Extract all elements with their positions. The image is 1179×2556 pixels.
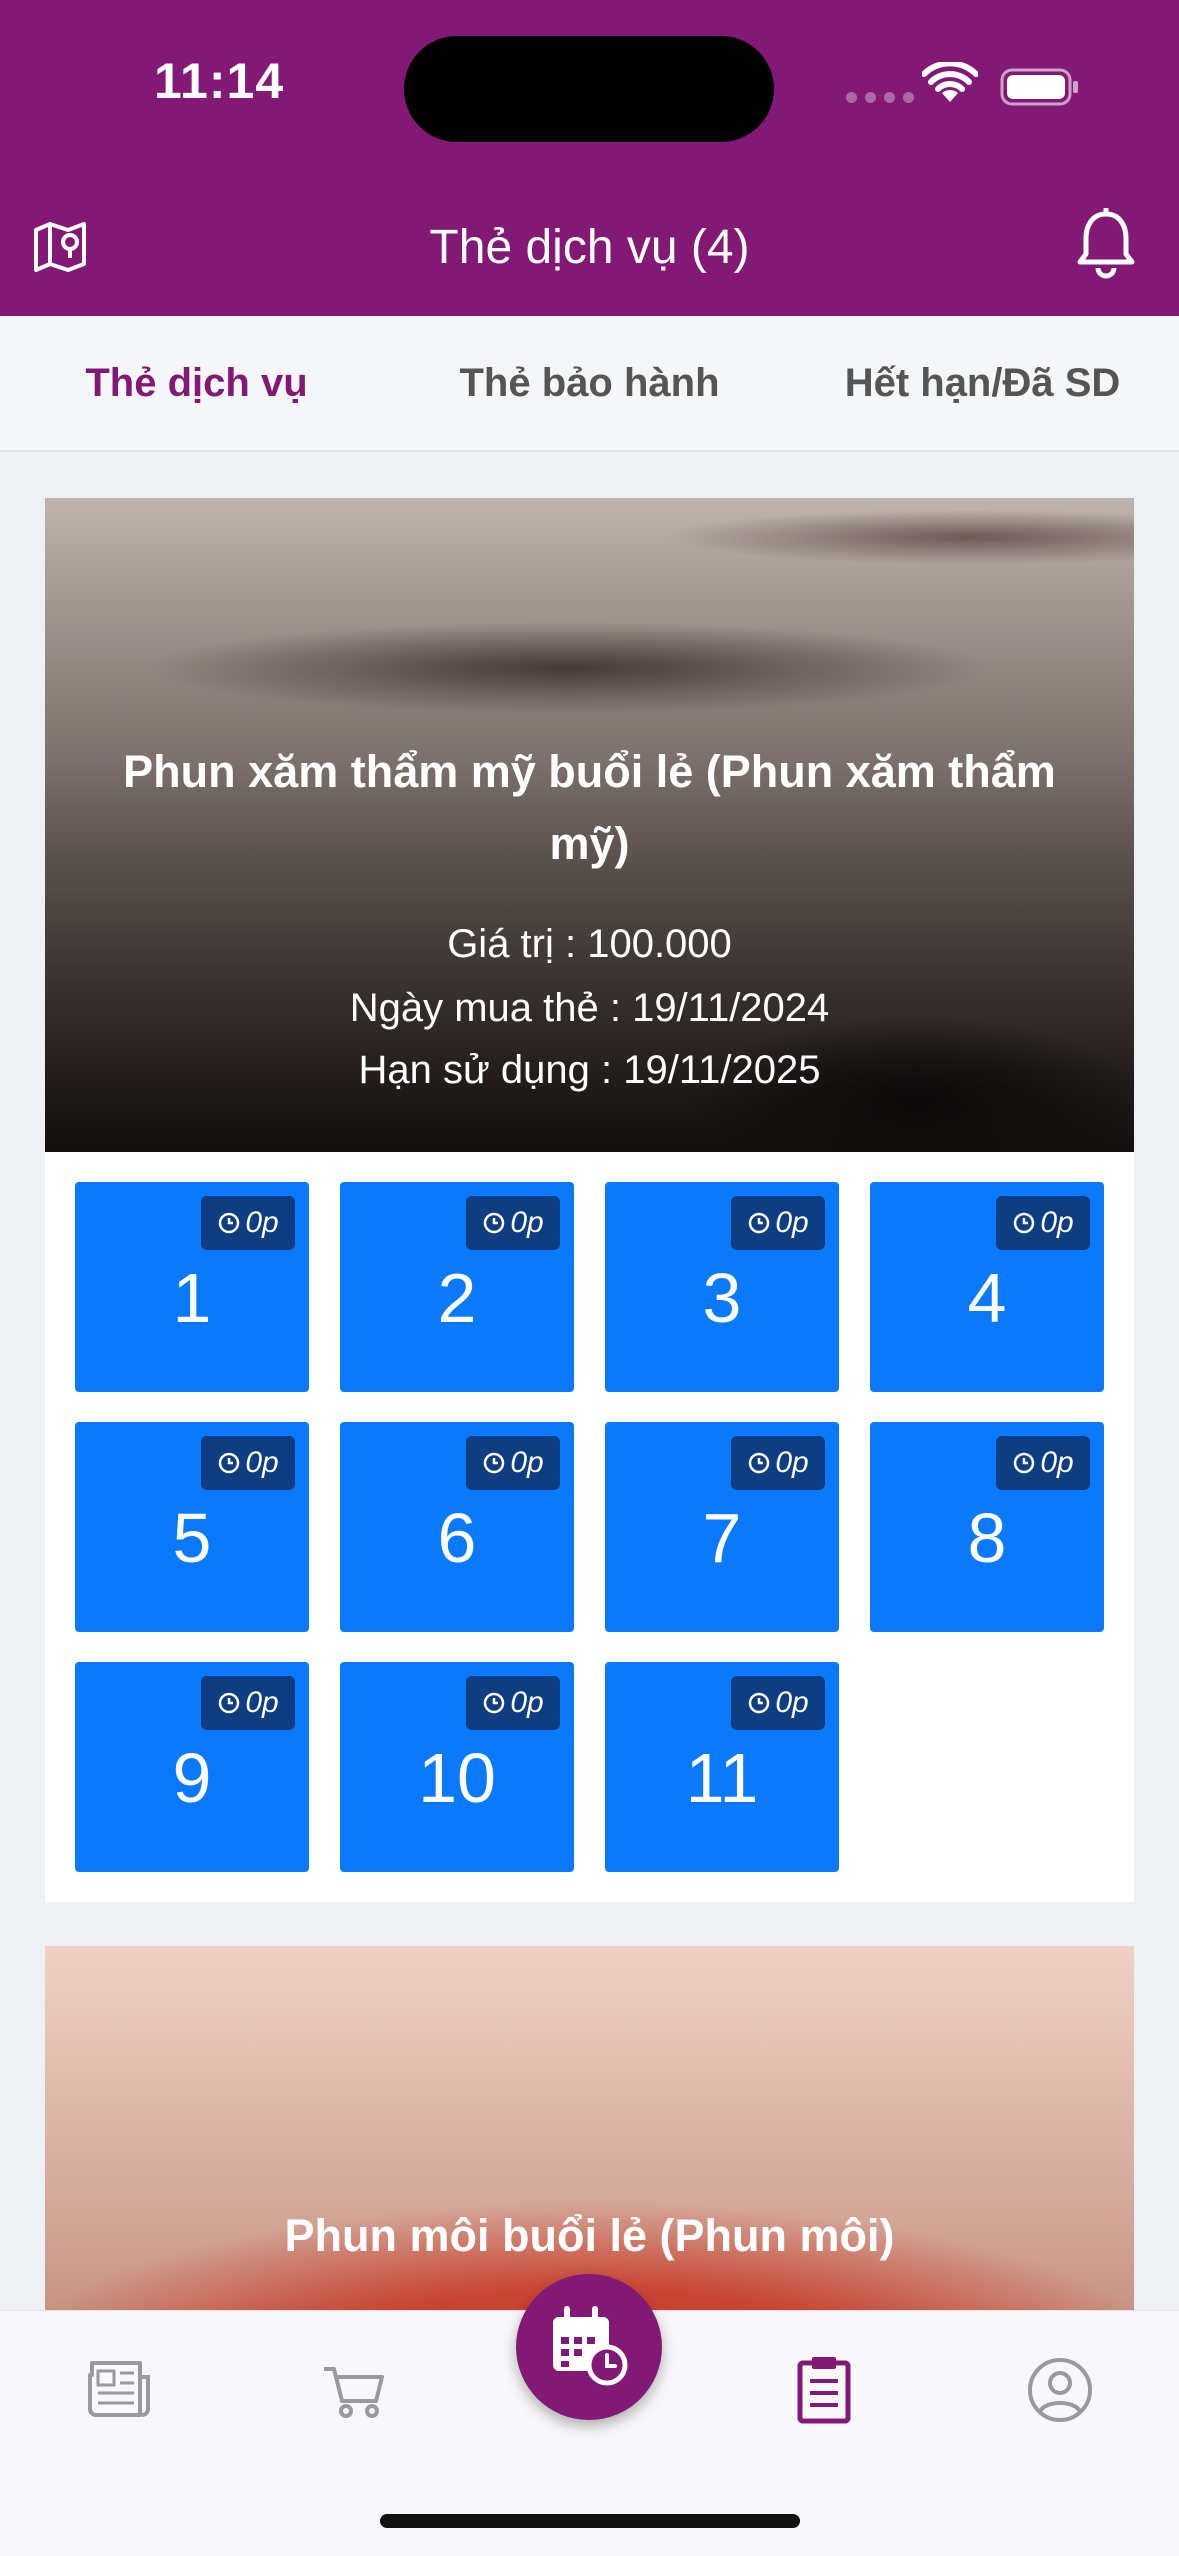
session-tile[interactable]: 0p 4 xyxy=(870,1182,1104,1392)
clock-icon xyxy=(219,1692,240,1714)
session-tile[interactable]: 0p 9 xyxy=(75,1662,309,1872)
session-number: 11 xyxy=(685,1739,759,1817)
session-number: 6 xyxy=(437,1499,477,1577)
page-title: Thẻ dịch vụ (4) xyxy=(429,221,750,274)
battery-icon xyxy=(1000,68,1078,106)
home-indicator xyxy=(380,2514,800,2528)
session-tile[interactable]: 0p 3 xyxy=(605,1182,839,1392)
session-number: 5 xyxy=(172,1499,212,1577)
clock-icon xyxy=(749,1212,770,1234)
clock-icon xyxy=(1014,1452,1035,1474)
duration-badge: 0p xyxy=(466,1436,560,1490)
service-card: Phun xăm thẩm mỹ buổi lẻ (Phun xăm thẩm … xyxy=(45,498,1134,1902)
duration-badge: 0p xyxy=(731,1676,825,1730)
session-tile[interactable]: 0p 8 xyxy=(870,1422,1104,1632)
session-number: 10 xyxy=(418,1739,496,1817)
newspaper-icon[interactable] xyxy=(82,2355,154,2425)
session-tile[interactable]: 0p 5 xyxy=(75,1422,309,1632)
duration-badge: 0p xyxy=(201,1676,295,1730)
duration-badge: 0p xyxy=(201,1196,295,1250)
clock-icon xyxy=(219,1452,240,1474)
card-hero-image[interactable]: Phun xăm thẩm mỹ buổi lẻ (Phun xăm thẩm … xyxy=(45,498,1134,1152)
card-title: Phun môi buổi lẻ (Phun môi) xyxy=(284,2210,895,2261)
dynamic-island xyxy=(404,36,774,142)
tab-warranty-cards[interactable]: Thẻ bảo hành xyxy=(393,316,786,450)
session-tile[interactable]: 0p 6 xyxy=(340,1422,574,1632)
duration-badge: 0p xyxy=(996,1436,1090,1490)
session-number: 2 xyxy=(437,1259,477,1337)
session-tile[interactable]: 0p 11 xyxy=(605,1662,839,1872)
cellular-signal-icon xyxy=(846,92,914,103)
cart-icon[interactable] xyxy=(318,2355,390,2425)
duration-badge: 0p xyxy=(996,1196,1090,1250)
clock-icon xyxy=(219,1212,240,1234)
tab-expired-used[interactable]: Hết hạn/Đã SD xyxy=(786,316,1179,450)
clock-icon xyxy=(484,1692,505,1714)
clipboard-icon[interactable] xyxy=(788,2355,860,2425)
session-tile[interactable]: 0p 2 xyxy=(340,1182,574,1392)
app-header: 11:14 Thẻ dịch vụ (4) xyxy=(0,0,1179,316)
session-number: 4 xyxy=(967,1259,1007,1337)
booking-fab[interactable] xyxy=(516,2274,662,2420)
card-purchase-date: Ngày mua thẻ : 19/11/2024 xyxy=(349,986,830,1030)
card-expiry-date: Hạn sử dụng : 19/11/2025 xyxy=(358,1048,821,1092)
clock-icon xyxy=(749,1692,770,1714)
session-tile[interactable]: 0p 10 xyxy=(340,1662,574,1872)
card-title: Phun xăm thẩm mỹ buổi lẻ (Phun xăm thẩm … xyxy=(123,746,1056,869)
duration-badge: 0p xyxy=(466,1196,560,1250)
session-number: 1 xyxy=(172,1259,212,1337)
duration-badge: 0p xyxy=(731,1196,825,1250)
clock-icon xyxy=(1014,1212,1035,1234)
session-number: 9 xyxy=(172,1739,212,1817)
calendar-clock-icon xyxy=(553,2306,628,2386)
session-number: 7 xyxy=(702,1499,742,1577)
clock-icon xyxy=(484,1452,505,1474)
session-number: 8 xyxy=(967,1499,1007,1577)
clock-icon xyxy=(484,1212,505,1234)
wifi-icon xyxy=(922,62,978,102)
session-number: 3 xyxy=(702,1259,742,1337)
bell-icon[interactable] xyxy=(1074,208,1138,280)
tab-service-cards[interactable]: Thẻ dịch vụ xyxy=(0,316,393,450)
card-value: Giá trị : 100.000 xyxy=(447,922,732,966)
status-time: 11:14 xyxy=(154,53,285,109)
session-tile[interactable]: 0p 1 xyxy=(75,1182,309,1392)
user-circle-icon[interactable] xyxy=(1024,2355,1096,2425)
duration-badge: 0p xyxy=(466,1676,560,1730)
duration-badge: 0p xyxy=(731,1436,825,1490)
clock-icon xyxy=(749,1452,770,1474)
duration-badge: 0p xyxy=(201,1436,295,1490)
tab-bar: Thẻ dịch vụ Thẻ bảo hành Hết hạn/Đã SD xyxy=(0,316,1179,452)
session-tile[interactable]: 0p 7 xyxy=(605,1422,839,1632)
